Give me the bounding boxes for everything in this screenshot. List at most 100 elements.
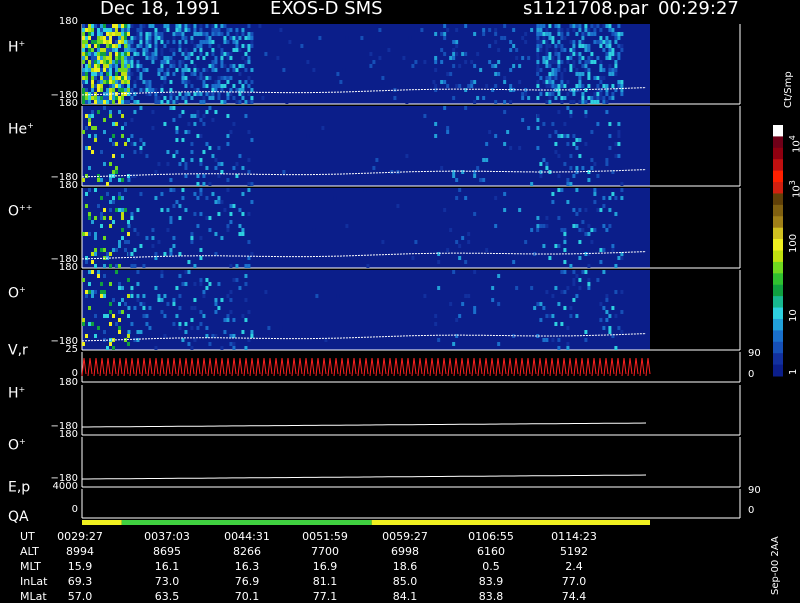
spectrogram-cell: [608, 44, 612, 48]
spectrogram-cell: [118, 326, 121, 330]
spectrogram-cell: [85, 204, 88, 208]
spectrogram-cell: [521, 96, 525, 100]
spectrogram-cell: [118, 24, 121, 28]
spectrogram-cell: [109, 138, 112, 142]
spectrogram-cell: [106, 52, 109, 56]
spectrogram-cell: [235, 174, 239, 178]
spectrogram-cell: [593, 228, 597, 232]
spectrogram-cell: [199, 282, 203, 286]
spectrogram-cell: [91, 270, 94, 274]
colorbar-swatch: [773, 170, 783, 183]
spectrogram-cell: [593, 40, 597, 44]
spectrogram-cell: [608, 64, 612, 68]
spectrogram-cell: [482, 158, 486, 162]
spectrogram-cell: [414, 240, 418, 244]
spectrogram-cell: [133, 248, 137, 252]
spectrogram-cell: [578, 56, 582, 60]
spectrogram-cell: [473, 80, 477, 84]
spectrogram-cell: [563, 68, 567, 72]
spectrogram-cell: [402, 56, 406, 60]
spectrogram-cell: [572, 28, 576, 32]
spectrogram-cell: [602, 326, 606, 330]
spectrogram-cell: [97, 40, 100, 44]
spectrogram-cell: [97, 84, 100, 88]
spectrogram-cell: [85, 56, 88, 60]
colorbar-swatch: [773, 307, 783, 320]
spectrogram-cell: [118, 80, 121, 84]
spectrogram-cell: [434, 322, 438, 326]
spectrogram-cell: [199, 52, 203, 56]
spectrogram-cell: [617, 256, 621, 260]
spectrogram-cell: [345, 36, 349, 40]
spectrogram-cell: [223, 330, 227, 334]
spectrogram-cell: [545, 48, 549, 52]
spectrogram-cell: [172, 106, 176, 110]
spectrogram-cell: [530, 286, 534, 290]
spectrogram-cell: [178, 204, 182, 208]
spectrogram-cell: [154, 40, 158, 44]
spectrogram-cell: [103, 96, 106, 100]
spectrogram-cell: [97, 204, 100, 208]
spectrogram-cell: [608, 314, 612, 318]
spectrogram-cell: [109, 282, 112, 286]
panel-top-tick: 180: [58, 262, 78, 273]
spectrogram-cell: [109, 264, 112, 268]
spectrogram-cell: [440, 48, 444, 52]
spectrogram-cell: [548, 72, 552, 76]
spectrogram-cell: [94, 40, 97, 44]
spectrogram-cell: [199, 24, 203, 28]
spectrogram-cell: [109, 48, 112, 52]
spectrogram-cell: [590, 100, 594, 104]
spectrogram-cell: [238, 72, 242, 76]
spectrogram-cell: [166, 162, 170, 166]
spectrogram-cell: [160, 32, 164, 36]
spectrogram-cell: [211, 92, 215, 96]
spectrogram-cell: [482, 178, 486, 182]
spectrogram-cell: [452, 96, 456, 100]
spectrogram-cell: [578, 28, 582, 32]
spectrogram-cell: [85, 36, 88, 40]
spectrogram-cell: [118, 68, 121, 72]
spectrogram-cell: [184, 68, 188, 72]
spectrogram-cell: [593, 96, 597, 100]
spectrogram-cell: [608, 326, 612, 330]
spectrogram-cell: [238, 286, 242, 290]
spectrogram-cell: [217, 44, 221, 48]
spectrogram-cell: [620, 256, 624, 260]
spectrogram-cell: [521, 36, 525, 40]
ephemeris-cell: 16.1: [154, 560, 180, 573]
ephemeris-cell: 70.1: [234, 590, 260, 603]
spectrogram-cell: [139, 36, 143, 40]
spectrogram-cell: [214, 110, 218, 114]
spectrogram-cell: [130, 286, 134, 290]
spectrogram-cell: [470, 60, 474, 64]
spectrogram-cell: [497, 342, 501, 346]
spectrogram-cell: [620, 48, 624, 52]
spectrogram-cell: [220, 298, 224, 302]
spectrogram-cell: [157, 36, 161, 40]
spectrogram-cell: [437, 338, 441, 342]
spectrogram-cell: [118, 100, 121, 104]
spectrogram-cell: [539, 224, 543, 228]
spectrogram-cell: [584, 338, 588, 342]
spectrogram-cell: [85, 88, 88, 92]
spectrogram-cell: [121, 60, 124, 64]
spectrogram-cell: [232, 40, 236, 44]
spectrogram-cell: [106, 88, 109, 92]
spectrogram-cell: [127, 32, 130, 36]
spectrogram-cell: [250, 138, 254, 142]
spectrogram-cell: [145, 80, 149, 84]
spectrogram-cell: [160, 88, 164, 92]
spectrogram-cell: [118, 192, 121, 196]
spectrogram-cell: [193, 92, 197, 96]
spectrogram-cell: [602, 68, 606, 72]
spectrogram-cell: [536, 44, 540, 48]
spectrogram-cell: [247, 84, 251, 88]
spectrogram-cell: [94, 52, 97, 56]
spectrogram-cell: [178, 28, 182, 32]
spectrogram-cell: [166, 72, 170, 76]
spectrogram-cell: [190, 36, 194, 40]
spectrogram-cell: [88, 60, 91, 64]
spectrogram-cell: [103, 36, 106, 40]
spectrogram-cell: [434, 56, 438, 60]
